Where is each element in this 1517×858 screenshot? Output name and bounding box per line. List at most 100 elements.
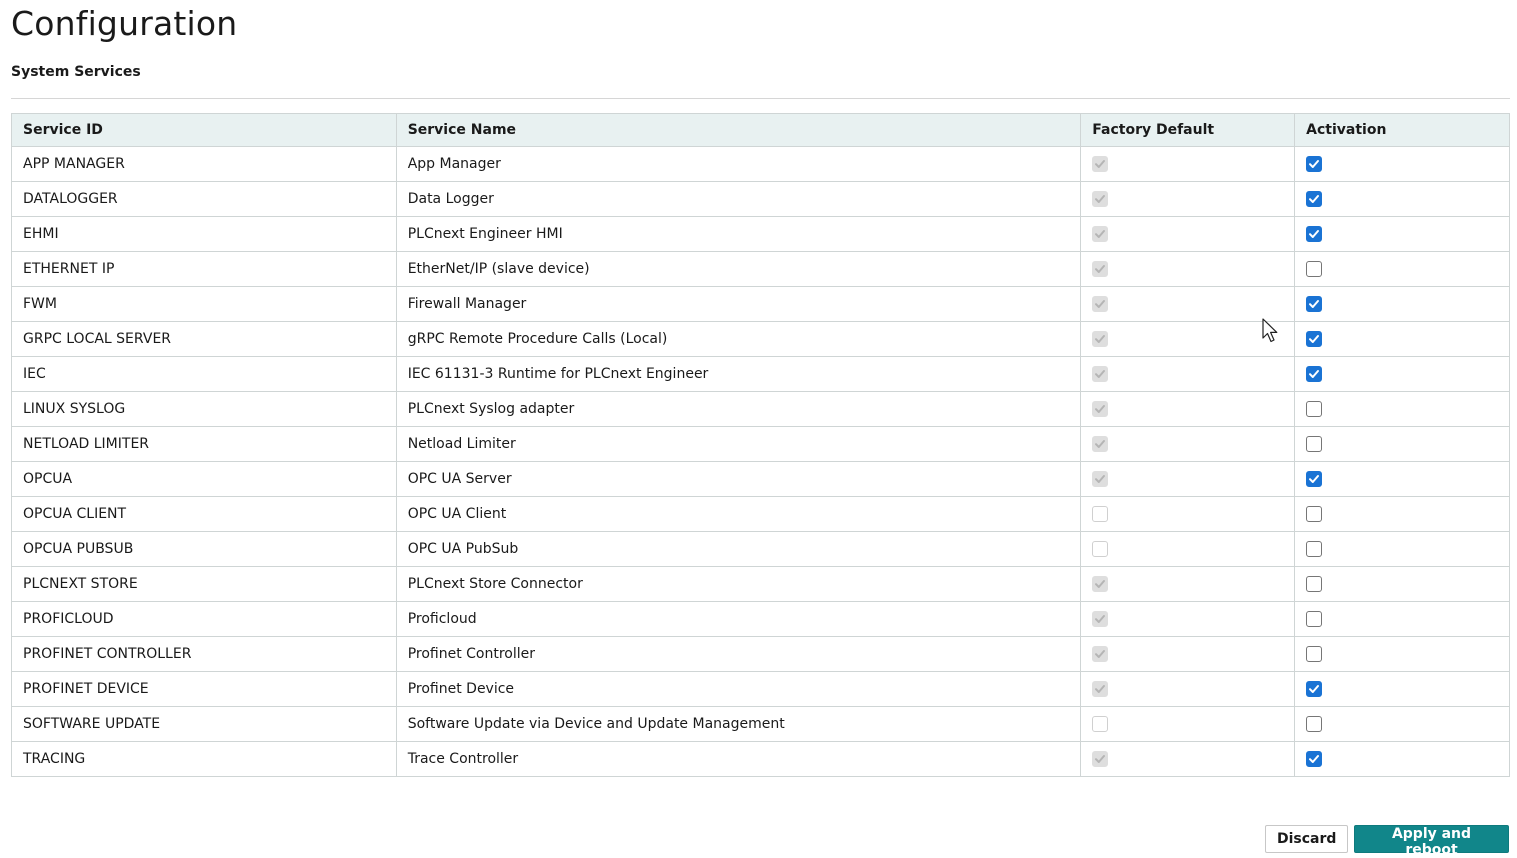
activation-checkbox[interactable]	[1306, 331, 1323, 347]
mouse-pointer-icon	[1262, 318, 1278, 343]
page-title: Configuration	[11, 4, 238, 43]
factory-default-checkbox	[1092, 436, 1109, 452]
service-id-cell: FWM	[11, 286, 397, 322]
activation-cell	[1294, 461, 1510, 497]
activation-cell	[1294, 181, 1510, 217]
factory-default-cell	[1080, 531, 1296, 567]
service-name-cell: Data Logger	[395, 181, 1082, 217]
factory-default-checkbox	[1092, 471, 1109, 487]
service-name-cell: Profinet Controller	[395, 636, 1082, 672]
activation-checkbox[interactable]	[1306, 611, 1323, 627]
activation-checkbox[interactable]	[1306, 506, 1323, 522]
activation-cell	[1294, 566, 1510, 602]
checkmark-icon	[1309, 195, 1320, 203]
activation-checkbox[interactable]	[1306, 191, 1323, 207]
activation-checkbox[interactable]	[1306, 261, 1323, 277]
activation-checkbox[interactable]	[1306, 576, 1323, 592]
factory-default-cell	[1080, 706, 1296, 742]
service-name-cell: Software Update via Device and Update Ma…	[395, 706, 1082, 742]
service-name-cell: Proficloud	[395, 601, 1082, 637]
activation-cell	[1294, 741, 1510, 777]
activation-checkbox[interactable]	[1306, 156, 1323, 172]
service-name-cell: PLCnext Store Connector	[395, 566, 1082, 602]
factory-default-checkbox	[1092, 191, 1109, 207]
service-id-cell: IEC	[11, 356, 397, 392]
activation-checkbox[interactable]	[1306, 751, 1323, 767]
checkmark-icon	[1095, 300, 1106, 308]
table-row: APP MANAGER App Manager	[11, 146, 1510, 182]
factory-default-checkbox	[1092, 331, 1109, 347]
service-id-cell: PLCNEXT STORE	[11, 566, 397, 602]
checkmark-icon	[1309, 475, 1320, 483]
table-row: PROFINET DEVICE Profinet Device	[11, 671, 1510, 707]
service-id-cell: GRPC LOCAL SERVER	[11, 321, 397, 357]
activation-checkbox[interactable]	[1306, 646, 1323, 662]
factory-default-cell	[1080, 286, 1296, 322]
activation-cell	[1294, 496, 1510, 532]
factory-default-checkbox	[1092, 576, 1109, 592]
service-name-cell: Profinet Device	[395, 671, 1082, 707]
service-id-cell: NETLOAD LIMITER	[11, 426, 397, 462]
activation-checkbox[interactable]	[1306, 401, 1323, 417]
service-id-cell: EHMI	[11, 216, 397, 252]
factory-default-checkbox	[1092, 541, 1109, 557]
table-body: APP MANAGER App Manager DATALOGGER Data Log…	[11, 146, 1510, 777]
table-row: OPCUA CLIENT OPC UA Client	[11, 496, 1510, 532]
table-row: OPCUA OPC UA Server	[11, 461, 1510, 497]
activation-cell	[1294, 426, 1510, 462]
activation-cell	[1294, 671, 1510, 707]
activation-cell	[1294, 531, 1510, 567]
checkmark-icon	[1095, 405, 1106, 413]
activation-checkbox[interactable]	[1306, 226, 1323, 242]
factory-default-cell	[1080, 671, 1296, 707]
table-row: PROFICLOUD Proficloud	[11, 601, 1510, 637]
services-table: Service ID Service Name Factory Default …	[11, 113, 1510, 777]
checkmark-icon	[1095, 615, 1106, 623]
factory-default-checkbox	[1092, 401, 1109, 417]
activation-checkbox[interactable]	[1306, 436, 1323, 452]
table-row: PROFINET CONTROLLER Profinet Controller	[11, 636, 1510, 672]
activation-cell	[1294, 636, 1510, 672]
service-id-cell: ETHERNET IP	[11, 251, 397, 287]
table-row: PLCNEXT STORE PLCnext Store Connector	[11, 566, 1510, 602]
table-row: DATALOGGER Data Logger	[11, 181, 1510, 217]
service-id-cell: DATALOGGER	[11, 181, 397, 217]
activation-checkbox[interactable]	[1306, 471, 1323, 487]
checkmark-icon	[1095, 475, 1106, 483]
activation-cell	[1294, 321, 1510, 357]
checkmark-icon	[1095, 440, 1106, 448]
service-id-cell: APP MANAGER	[11, 146, 397, 182]
service-id-cell: OPCUA	[11, 461, 397, 497]
activation-cell	[1294, 391, 1510, 427]
activation-checkbox[interactable]	[1306, 366, 1323, 382]
activation-cell	[1294, 251, 1510, 287]
column-header-activation: Activation	[1294, 113, 1510, 147]
factory-default-cell	[1080, 496, 1296, 532]
checkmark-icon	[1095, 650, 1106, 658]
checkmark-icon	[1095, 685, 1106, 693]
factory-default-cell	[1080, 356, 1296, 392]
factory-default-checkbox	[1092, 681, 1109, 697]
activation-cell	[1294, 706, 1510, 742]
factory-default-cell	[1080, 741, 1296, 777]
service-name-cell: EtherNet/IP (slave device)	[395, 251, 1082, 287]
factory-default-checkbox	[1092, 506, 1109, 522]
service-name-cell: PLCnext Syslog adapter	[395, 391, 1082, 427]
activation-checkbox[interactable]	[1306, 681, 1323, 697]
section-title: System Services	[11, 64, 141, 80]
column-header-service-id: Service ID	[11, 113, 397, 147]
discard-button[interactable]: Discard	[1265, 825, 1348, 853]
checkmark-icon	[1095, 370, 1106, 378]
activation-checkbox[interactable]	[1306, 541, 1323, 557]
factory-default-cell	[1080, 181, 1296, 217]
table-row: IEC IEC 61131-3 Runtime for PLCnext Engin…	[11, 356, 1510, 392]
factory-default-cell	[1080, 391, 1296, 427]
apply-and-reboot-button[interactable]: Apply and reboot	[1354, 825, 1509, 858]
service-id-cell: OPCUA PUBSUB	[11, 531, 397, 567]
factory-default-cell	[1080, 566, 1296, 602]
table-row: EHMI PLCnext Engineer HMI	[11, 216, 1510, 252]
activation-cell	[1294, 146, 1510, 182]
activation-checkbox[interactable]	[1306, 716, 1323, 732]
service-id-cell: LINUX SYSLOG	[11, 391, 397, 427]
activation-checkbox[interactable]	[1306, 296, 1323, 312]
